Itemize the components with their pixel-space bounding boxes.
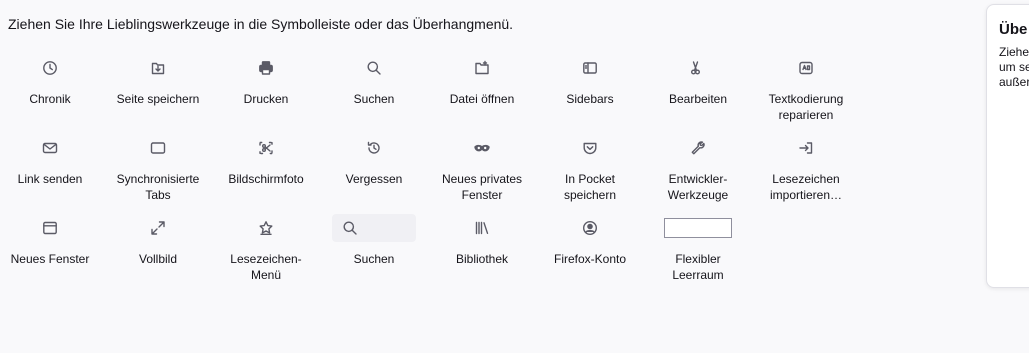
clock-icon: [0, 55, 104, 81]
palette-item-library[interactable]: Bibliothek: [428, 215, 536, 267]
palette-item-window[interactable]: Neues Fenster: [0, 215, 104, 267]
palette-item-label: In Pocket speichern: [563, 172, 617, 202]
overflow-panel-line: außer: [999, 75, 1029, 89]
palette-item-label: Seite speichern: [116, 92, 200, 106]
palette-item-label: Lesezeichen importieren…: [769, 172, 843, 202]
palette-item-label: Bearbeiten: [668, 92, 728, 106]
flexible-space-icon: [644, 215, 752, 241]
palette-item-account[interactable]: Firefox-Konto: [536, 215, 644, 267]
palette-item-label: Firefox-Konto: [553, 252, 627, 266]
palette-item-edit-controls[interactable]: Bearbeiten: [644, 55, 752, 107]
palette-item-clock[interactable]: Chronik: [0, 55, 104, 107]
palette-item-label: Suchen: [353, 92, 395, 106]
search-icon: [320, 55, 428, 81]
edit-controls-icon: [644, 55, 752, 81]
palette-item-private-mask[interactable]: Neues privates Fenster: [428, 135, 536, 203]
printer-icon: [212, 55, 320, 81]
pocket-icon: [536, 135, 644, 161]
palette-item-label: Synchronisierte Tabs: [116, 172, 200, 202]
import-icon: [752, 135, 860, 161]
account-icon: [536, 215, 644, 241]
palette-item-bookmark-star[interactable]: Lesezeichen-Menü: [212, 215, 320, 283]
overflow-panel-line: um se: [999, 60, 1029, 74]
palette-item-text-encoding[interactable]: Textkodierung reparieren: [752, 55, 860, 123]
search-box-icon: [320, 214, 428, 242]
sidebar-icon: [536, 55, 644, 81]
palette-item-label: Lesezeichen-Menü: [230, 252, 302, 282]
wrench-icon: [644, 135, 752, 161]
palette-item-label: Link senden: [17, 172, 83, 186]
text-encoding-icon: [752, 55, 860, 81]
private-mask-icon: [428, 135, 536, 161]
palette-item-label: Bibliothek: [455, 252, 509, 266]
history-forget-icon: [320, 135, 428, 161]
palette-item-label: Flexibler Leerraum: [672, 252, 724, 282]
palette-item-open-file[interactable]: Datei öffnen: [428, 55, 536, 107]
bookmark-star-icon: [212, 215, 320, 241]
palette-item-label: Sidebars: [566, 92, 614, 106]
customize-heading: Ziehen Sie Ihre Lieblingswerkzeuge in di…: [8, 16, 514, 32]
window-icon: [0, 215, 104, 241]
palette-item-pocket[interactable]: In Pocket speichern: [536, 135, 644, 203]
overflow-panel-text: Ziehe um se außer: [999, 45, 1029, 90]
palette-item-history-forget[interactable]: Vergessen: [320, 135, 428, 187]
palette-item-wrench[interactable]: Entwickler-Werkzeuge: [644, 135, 752, 203]
library-icon: [428, 215, 536, 241]
palette-item-synced-tabs[interactable]: Synchronisierte Tabs: [104, 135, 212, 203]
palette-item-label: Textkodierung reparieren: [768, 92, 844, 122]
palette-item-save-page[interactable]: Seite speichern: [104, 55, 212, 107]
overflow-panel-title: Übe: [999, 21, 1028, 38]
palette-item-screenshot[interactable]: Bildschirmfoto: [212, 135, 320, 187]
mail-icon: [0, 135, 104, 161]
search-field-preview: [332, 214, 416, 242]
flexible-space-preview: [664, 218, 732, 238]
palette-item-label: Bildschirmfoto: [228, 172, 304, 186]
open-file-icon: [428, 55, 536, 81]
palette-item-label: Vergessen: [345, 172, 403, 186]
palette-item-label: Entwickler-Werkzeuge: [667, 172, 729, 202]
palette-item-fullscreen[interactable]: Vollbild: [104, 215, 212, 267]
save-page-icon: [104, 55, 212, 81]
palette-item-flexible-space[interactable]: Flexibler Leerraum: [644, 215, 752, 283]
palette-item-label: Neues Fenster: [10, 252, 90, 266]
palette-item-sidebar[interactable]: Sidebars: [536, 55, 644, 107]
palette-item-label: Suchen: [353, 252, 395, 266]
palette-item-search[interactable]: Suchen: [320, 55, 428, 107]
palette-item-import[interactable]: Lesezeichen importieren…: [752, 135, 860, 203]
palette-item-label: Neues privates Fenster: [441, 172, 523, 202]
palette-item-search-box[interactable]: Suchen: [320, 214, 428, 267]
palette-item-label: Drucken: [243, 92, 289, 106]
palette-item-printer[interactable]: Drucken: [212, 55, 320, 107]
overflow-panel-line: Ziehe: [999, 45, 1029, 59]
palette-item-label: Datei öffnen: [449, 92, 515, 106]
synced-tabs-icon: [104, 135, 212, 161]
palette-item-mail[interactable]: Link senden: [0, 135, 104, 187]
screenshot-icon: [212, 135, 320, 161]
palette-item-label: Chronik: [29, 92, 71, 106]
palette-item-label: Vollbild: [138, 252, 178, 266]
overflow-panel: Übe Ziehe um se außer: [986, 4, 1029, 288]
fullscreen-icon: [104, 215, 212, 241]
